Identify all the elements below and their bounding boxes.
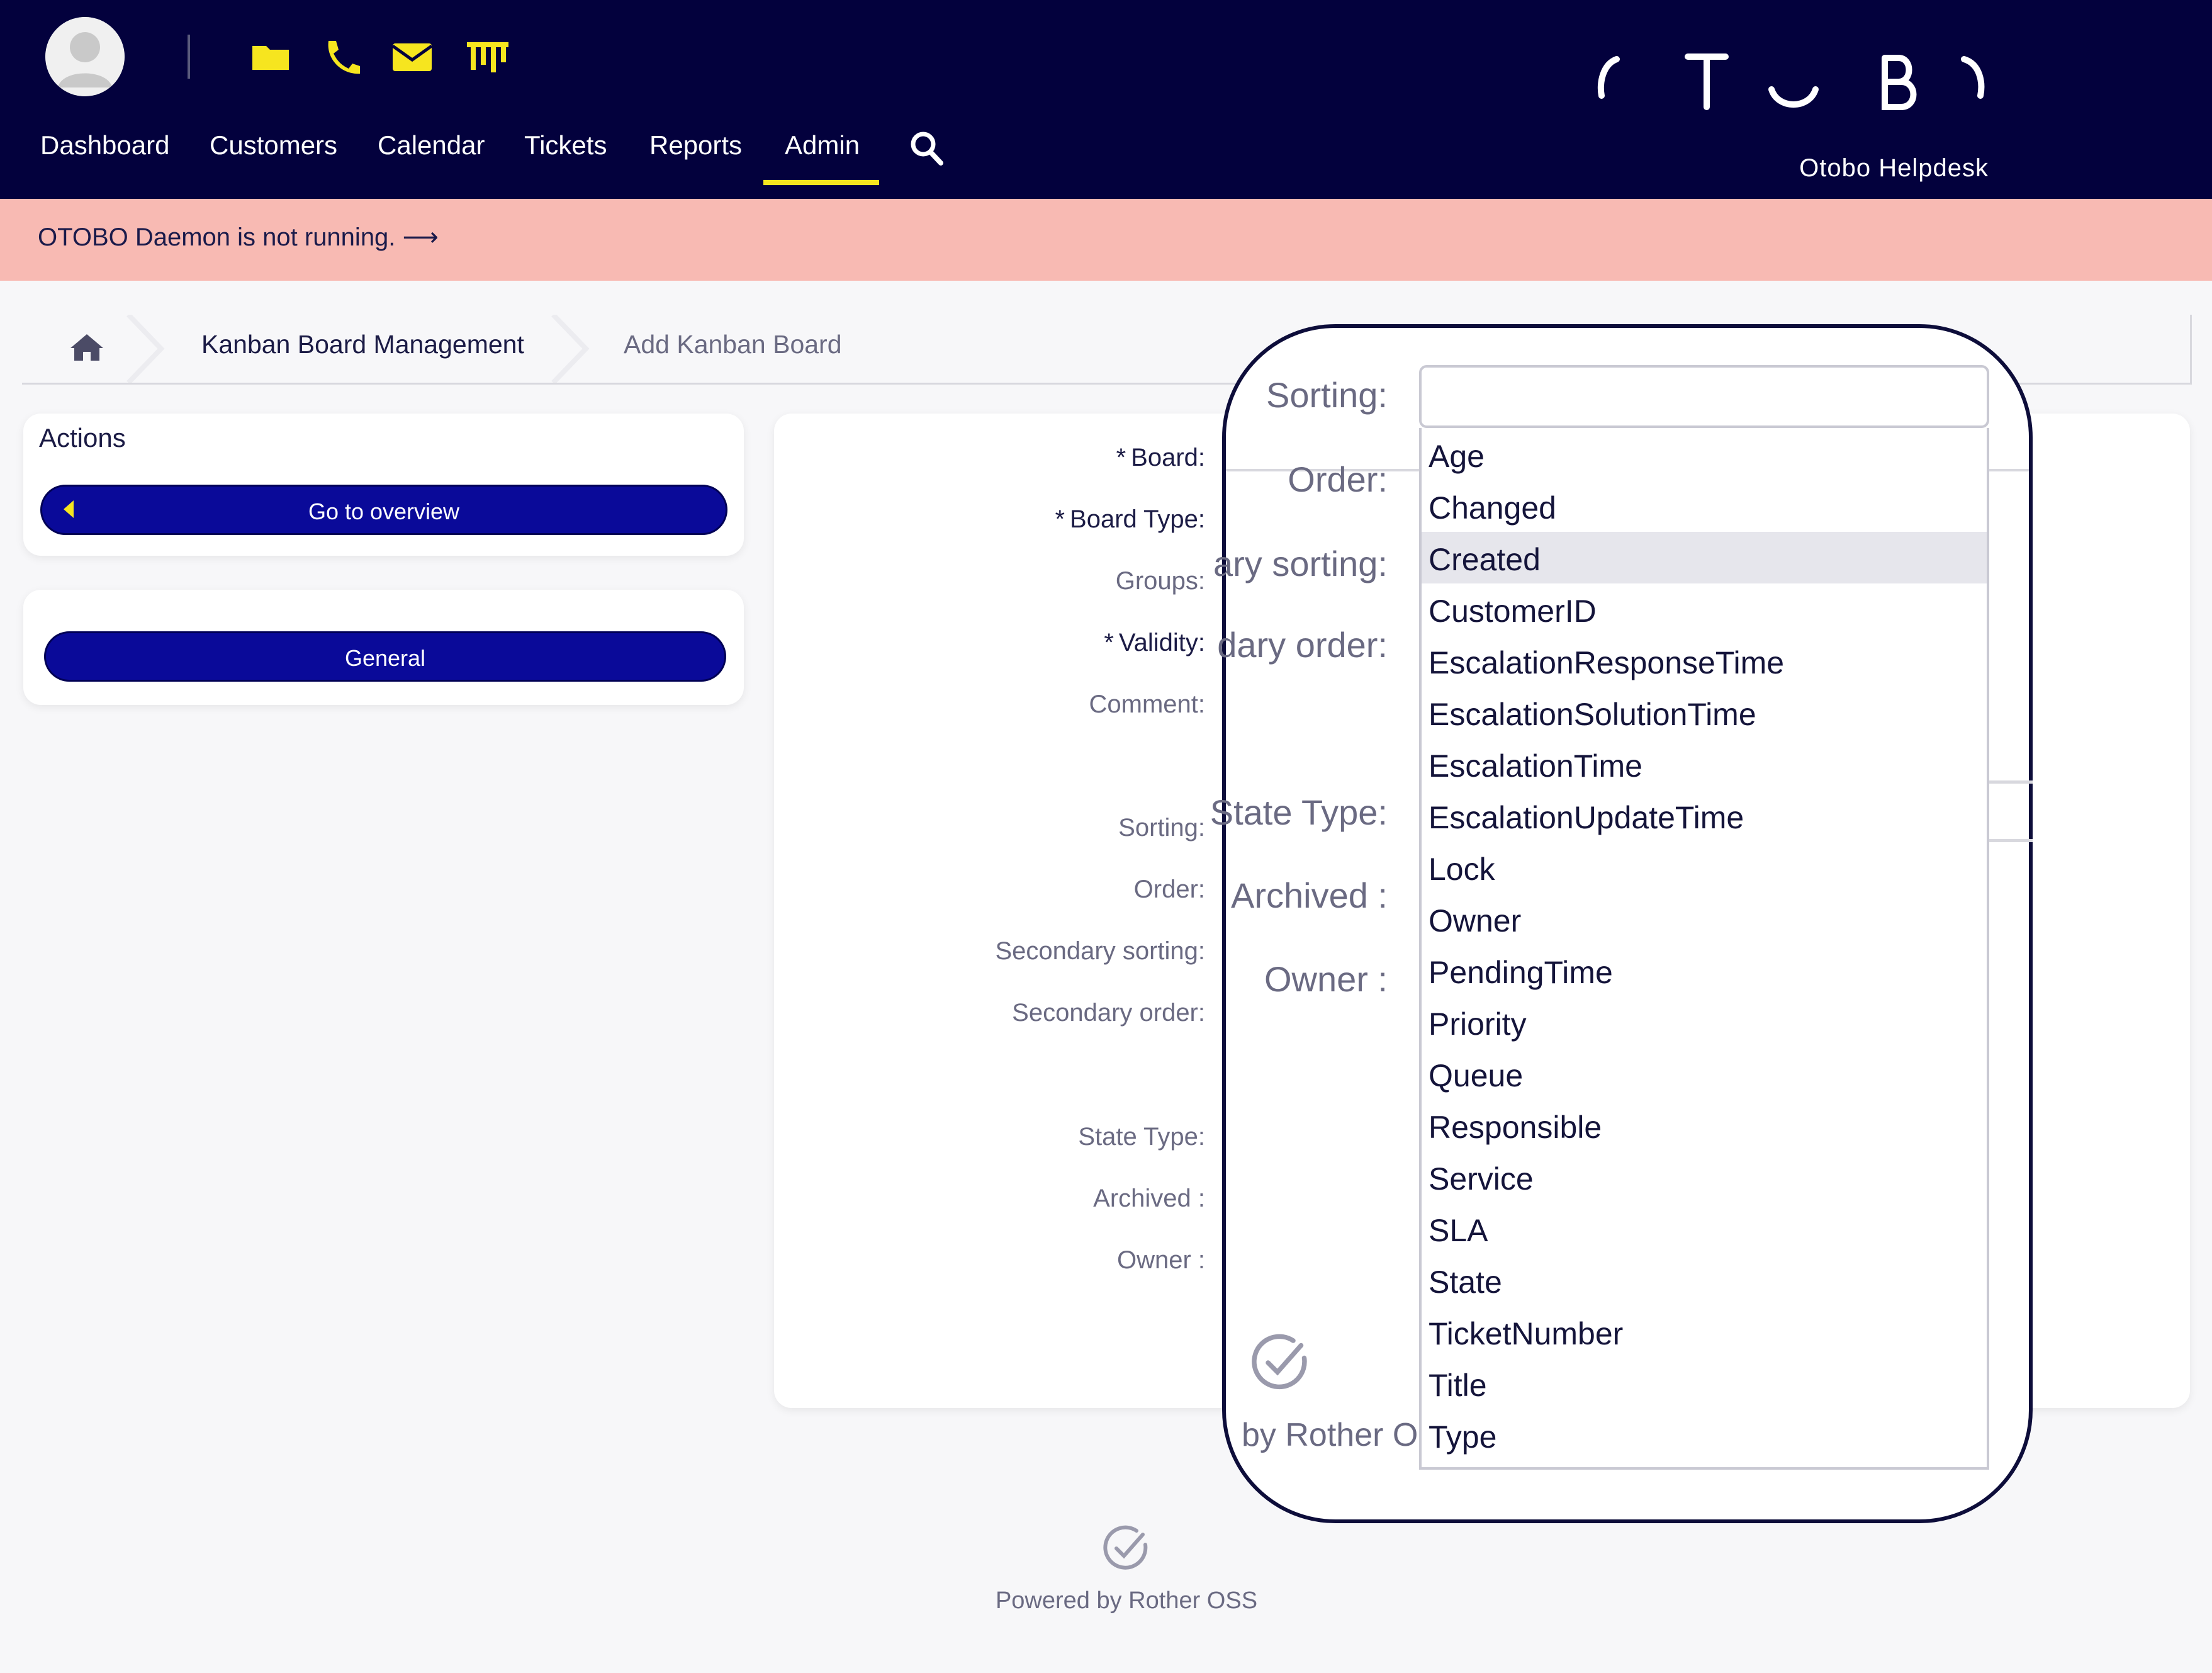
zoom-sorting-label: Sorting: bbox=[1266, 375, 1388, 415]
sorting-option-escalationupdatetime[interactable]: EscalationUpdateTime bbox=[1429, 794, 1744, 846]
header-divider bbox=[188, 35, 190, 79]
nav-calendar[interactable]: Calendar bbox=[378, 128, 485, 163]
board-type-label: * Board Type: bbox=[1055, 505, 1205, 533]
footer-text[interactable]: Powered by Rother OSS bbox=[881, 1587, 1372, 1614]
secondary-sorting-label: Secondary sorting: bbox=[995, 937, 1205, 965]
sorting-option-escalationsolutiontime[interactable]: EscalationSolutionTime bbox=[1429, 691, 1756, 743]
zoom-archived-label: Archived : bbox=[1231, 876, 1388, 915]
comment-label: Comment: bbox=[1089, 690, 1206, 718]
sorting-option-state[interactable]: State bbox=[1429, 1259, 1502, 1310]
rother-check-icon bbox=[1101, 1523, 1152, 1574]
zoom-state-type-label: State Type: bbox=[1210, 792, 1388, 832]
state-type-label: State Type: bbox=[1078, 1123, 1205, 1151]
avatar-icon[interactable] bbox=[45, 17, 125, 96]
folder-icon[interactable] bbox=[249, 35, 293, 79]
sorting-option-owner[interactable]: Owner bbox=[1429, 898, 1521, 949]
nav-customers[interactable]: Customers bbox=[210, 128, 337, 163]
sorting-option-lock[interactable]: Lock bbox=[1429, 846, 1495, 898]
zoom-rother-check-icon bbox=[1249, 1331, 1312, 1394]
zoom-footer-text: by Rother O bbox=[1242, 1417, 1418, 1453]
general-button[interactable]: General bbox=[44, 631, 726, 682]
sorting-option-responsible[interactable]: Responsible bbox=[1429, 1104, 1602, 1156]
sorting-option-created[interactable]: Created bbox=[1429, 536, 1541, 588]
breadcrumb-separator bbox=[551, 313, 595, 385]
daemon-notice-link[interactable]: OTOBO Daemon is not running. ⟶ bbox=[38, 223, 439, 252]
home-icon[interactable] bbox=[68, 332, 106, 363]
otobo-logo bbox=[1595, 45, 1992, 127]
sorting-option-type[interactable]: Type bbox=[1429, 1414, 1496, 1465]
nav-dashboard[interactable]: Dashboard bbox=[40, 128, 169, 163]
caret-left-icon bbox=[61, 499, 75, 519]
sorting-option-age[interactable]: Age bbox=[1429, 433, 1485, 485]
zoom-order-label: Order: bbox=[1288, 459, 1388, 499]
sorting-option-pendingtime[interactable]: PendingTime bbox=[1429, 949, 1613, 1001]
groups-label: Groups: bbox=[1115, 567, 1205, 595]
sorting-option-queue[interactable]: Queue bbox=[1429, 1052, 1523, 1104]
zoom-secondary-sorting-label: ary sorting: bbox=[1213, 544, 1388, 583]
kanban-icon[interactable] bbox=[466, 35, 510, 79]
search-icon[interactable] bbox=[909, 129, 945, 167]
breadcrumb-separator bbox=[126, 313, 170, 385]
zoom-field-edge bbox=[1989, 780, 2033, 784]
secondary-order-label: Secondary order: bbox=[1012, 999, 1205, 1027]
breadcrumb-kanban-management[interactable]: Kanban Board Management bbox=[201, 330, 524, 359]
zoom-secondary-order-label: dary order: bbox=[1217, 625, 1388, 665]
zoom-owner-label: Owner : bbox=[1264, 959, 1388, 999]
sorting-option-priority[interactable]: Priority bbox=[1429, 1001, 1527, 1052]
validity-label: * Validity: bbox=[1104, 629, 1205, 656]
brand-name: Otobo Helpdesk bbox=[1799, 154, 1989, 182]
sorting-label: Sorting: bbox=[1118, 814, 1205, 842]
owner-label: Owner : bbox=[1116, 1246, 1205, 1274]
sorting-search-input[interactable] bbox=[1419, 365, 1989, 428]
sorting-option-escalationtime[interactable]: EscalationTime bbox=[1429, 743, 1642, 794]
sorting-option-sla[interactable]: SLA bbox=[1429, 1207, 1488, 1259]
nav-admin[interactable]: Admin bbox=[785, 128, 860, 163]
archived-label: Archived : bbox=[1093, 1185, 1205, 1212]
go-to-overview-button[interactable]: Go to overview bbox=[40, 485, 727, 535]
mail-icon[interactable] bbox=[390, 35, 434, 79]
sorting-option-ticketnumber[interactable]: TicketNumber bbox=[1429, 1310, 1623, 1362]
breadcrumb-add-kanban-board: Add Kanban Board bbox=[624, 330, 842, 359]
zoom-field-edge bbox=[1989, 839, 2033, 842]
sorting-option-title[interactable]: Title bbox=[1429, 1362, 1487, 1414]
actions-title: Actions bbox=[39, 423, 126, 453]
phone-icon[interactable] bbox=[320, 35, 364, 79]
active-nav-indicator bbox=[763, 180, 879, 185]
nav-tickets[interactable]: Tickets bbox=[524, 128, 607, 163]
sorting-option-escalationresponsetime[interactable]: EscalationResponseTime bbox=[1429, 639, 1784, 691]
order-label: Order: bbox=[1133, 876, 1205, 903]
nav-reports[interactable]: Reports bbox=[649, 128, 742, 163]
sorting-option-changed[interactable]: Changed bbox=[1429, 485, 1556, 536]
board-label: * Board: bbox=[1116, 444, 1205, 471]
sorting-option-customerid[interactable]: CustomerID bbox=[1429, 588, 1597, 639]
sorting-option-service[interactable]: Service bbox=[1429, 1156, 1534, 1207]
